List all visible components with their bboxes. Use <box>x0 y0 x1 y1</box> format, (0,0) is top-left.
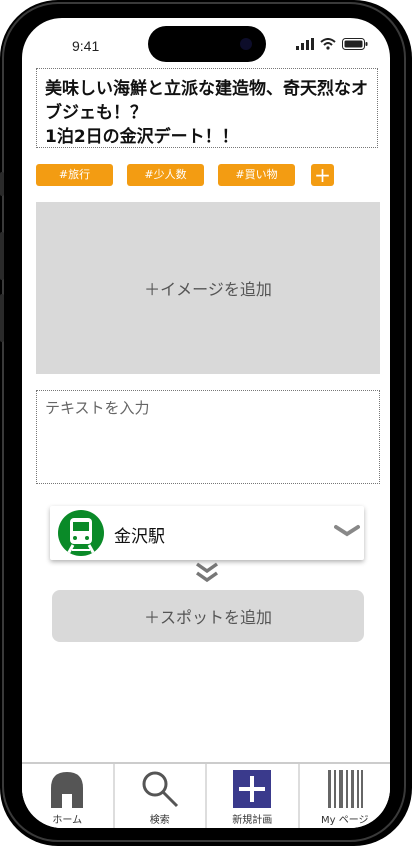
status-time: 9:41 <box>72 38 100 54</box>
add-spot-button[interactable]: ＋スポットを追加 <box>52 590 364 642</box>
signal-icon <box>296 38 314 50</box>
battery-icon <box>342 38 368 50</box>
text-input-placeholder: テキストを入力 <box>45 399 150 417</box>
tab-my-page-label: My ページ <box>320 815 369 826</box>
double-chevron-down-icon <box>195 562 219 583</box>
screen: 9:41 美味しい海鮮と立派な建造物、奇天烈なオブジェも！？ 1泊2日の金沢デー… <box>22 18 390 828</box>
station-name: 金沢駅 <box>114 527 165 547</box>
tab-bar: ホーム 検索 新規計画 My ページ <box>22 762 390 828</box>
text-input[interactable]: テキストを入力 <box>36 390 380 484</box>
tag-small-group[interactable]: #少人数 <box>127 164 204 186</box>
camera-icon <box>240 38 252 50</box>
tab-home[interactable]: ホーム <box>22 764 113 828</box>
side-button-volume-down <box>0 294 4 342</box>
tab-my-page[interactable]: My ページ <box>297 764 391 828</box>
wifi-icon <box>320 38 336 50</box>
home-icon <box>51 772 84 808</box>
phone-frame: 9:41 美味しい海鮮と立派な建造物、奇天烈なオブジェも！？ 1泊2日の金沢デー… <box>0 0 412 846</box>
tag-list: #旅行 #少人数 #買い物 + <box>36 164 334 186</box>
search-icon <box>142 771 178 808</box>
side-button-silent <box>0 172 4 196</box>
train-icon <box>58 510 104 556</box>
spot-card[interactable]: 金沢駅 <box>50 506 364 560</box>
plus-icon <box>233 770 272 808</box>
add-image-label: ＋イメージを追加 <box>144 280 272 299</box>
tab-search-label: 検索 <box>149 815 170 826</box>
add-spot-label: ＋スポットを追加 <box>143 608 272 627</box>
tag-shopping[interactable]: #買い物 <box>218 164 295 186</box>
dynamic-island <box>148 26 266 62</box>
tab-search[interactable]: 検索 <box>112 764 206 828</box>
chevron-down-icon[interactable] <box>334 524 360 538</box>
tab-home-label: ホーム <box>52 815 83 826</box>
status-icons <box>296 38 368 50</box>
tab-new-plan-label: 新規計画 <box>232 815 273 826</box>
add-image-area[interactable]: ＋イメージを追加 <box>36 202 380 374</box>
tag-travel[interactable]: #旅行 <box>36 164 113 186</box>
tab-new-plan[interactable]: 新規計画 <box>205 764 298 828</box>
side-button-volume-up <box>0 232 4 280</box>
barcode-icon <box>327 770 363 808</box>
add-tag-button[interactable]: + <box>311 164 334 186</box>
plan-title[interactable]: 美味しい海鮮と立派な建造物、奇天烈なオブジェも！？ 1泊2日の金沢デート！！ <box>36 68 378 148</box>
